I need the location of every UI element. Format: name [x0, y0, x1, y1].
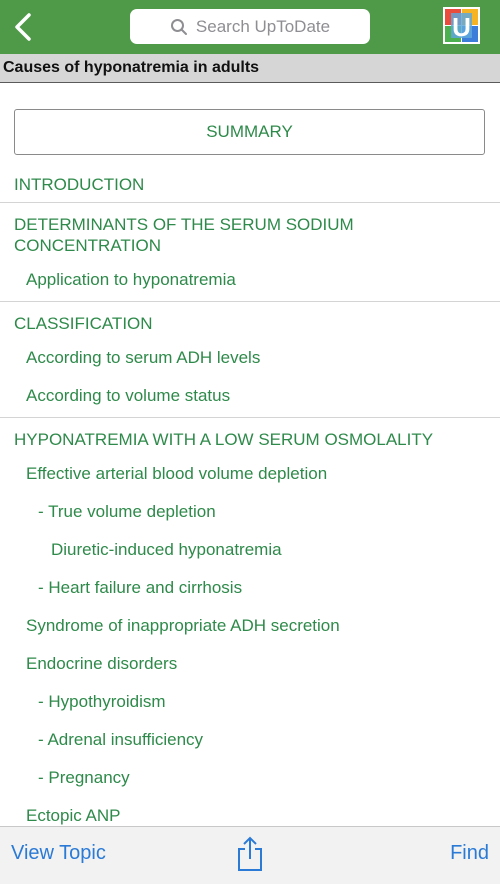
- bottom-toolbar: View Topic Find: [0, 826, 500, 884]
- view-topic-button[interactable]: View Topic: [11, 842, 106, 865]
- logo-letter: U: [452, 12, 471, 42]
- chevron-left-icon: [15, 13, 31, 41]
- outline-subsection-link[interactable]: Endocrine disorders: [0, 647, 500, 685]
- outline-subsection-link[interactable]: Syndrome of inappropriate ADH secretion: [0, 609, 500, 647]
- search-placeholder: Search UpToDate: [195, 16, 331, 36]
- outline-subsection-link[interactable]: - Pregnancy: [0, 761, 500, 799]
- outline-section-link[interactable]: INTRODUCTION: [0, 174, 500, 202]
- uptodate-logo[interactable]: U: [443, 7, 480, 44]
- outline-subsection-link[interactable]: - Hypothyroidism: [0, 685, 500, 723]
- outline-subsection-link[interactable]: According to serum ADH levels: [0, 341, 500, 379]
- outline-subsection-link[interactable]: - True volume depletion: [0, 495, 500, 533]
- outline-subsection-link[interactable]: Ectopic ANP: [0, 799, 500, 826]
- summary-button[interactable]: SUMMARY: [14, 109, 485, 155]
- outline-subsection-link[interactable]: - Adrenal insufficiency: [0, 723, 500, 761]
- outline-section-link[interactable]: CLASSIFICATION: [0, 302, 500, 341]
- outline-list: INTRODUCTION DETERMINANTS OF THE SERUM SO…: [0, 174, 500, 826]
- search-icon: [170, 18, 187, 35]
- outline-subsection-link[interactable]: - Heart failure and cirrhosis: [0, 571, 500, 609]
- outline-section-link[interactable]: DETERMINANTS OF THE SERUM SODIUM CONCENT…: [0, 203, 500, 263]
- page-title: Causes of hyponatremia in adults: [3, 59, 260, 76]
- summary-label: SUMMARY: [206, 122, 293, 141]
- find-button[interactable]: Find: [450, 842, 489, 865]
- top-bar: Search UpToDate U: [0, 0, 500, 54]
- outline-subsection-link[interactable]: Diuretic-induced hyponatremia: [0, 533, 500, 571]
- share-button[interactable]: [236, 836, 264, 872]
- outline-section-link[interactable]: HYPONATREMIA WITH A LOW SERUM OSMOLALITY: [0, 418, 500, 457]
- share-icon: [238, 836, 262, 871]
- outline-content[interactable]: SUMMARY INTRODUCTION DETERMINANTS OF THE …: [0, 83, 500, 826]
- topic-title-bar: Causes of hyponatremia in adults: [0, 54, 500, 83]
- back-button[interactable]: [6, 8, 40, 46]
- search-input[interactable]: Search UpToDate: [130, 9, 370, 44]
- outline-subsection-link[interactable]: Effective arterial blood volume depletio…: [0, 457, 500, 495]
- outline-subsection-link[interactable]: Application to hyponatremia: [0, 263, 500, 301]
- outline-subsection-link[interactable]: According to volume status: [0, 379, 500, 417]
